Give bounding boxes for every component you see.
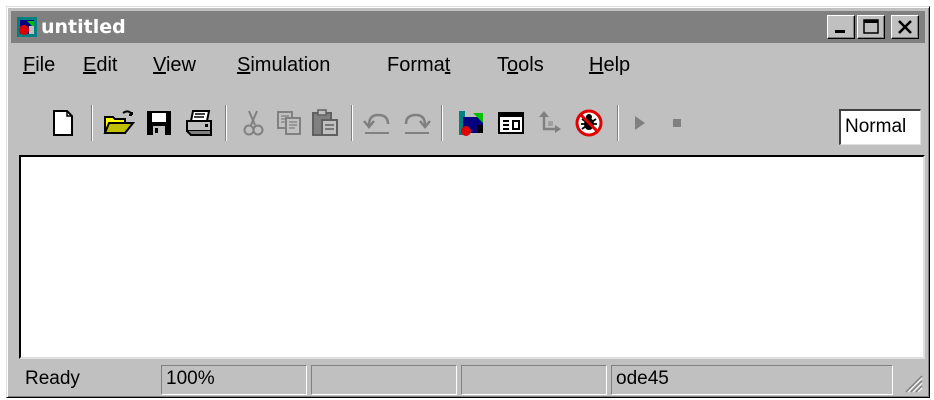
menu-help[interactable]: Help <box>589 53 630 77</box>
resize-grip-icon[interactable] <box>901 371 923 393</box>
menu-simulation[interactable]: Simulation <box>237 53 330 77</box>
toolbar-separator <box>351 105 353 141</box>
debug-icon <box>575 109 603 137</box>
debug-button[interactable] <box>573 107 605 139</box>
model-canvas[interactable] <box>19 155 925 359</box>
window-title: untitled <box>41 16 126 38</box>
status-zoom: 100% <box>161 365 307 395</box>
stop-simulation-button[interactable] <box>661 107 693 139</box>
library-browser-button[interactable] <box>455 107 487 139</box>
save-button[interactable] <box>143 107 175 139</box>
toolbar: Normal <box>11 85 925 155</box>
save-icon <box>147 111 171 135</box>
toolbar-separator <box>441 105 443 141</box>
undo-icon <box>363 113 390 134</box>
menu-view[interactable]: View <box>153 53 196 77</box>
menu-bar: File Edit View Simulation Format Tools H… <box>11 47 925 83</box>
toolbar-separator <box>91 105 93 141</box>
new-icon <box>53 110 73 136</box>
toolbar-separator <box>225 105 227 141</box>
menu-edit[interactable]: Edit <box>83 53 117 77</box>
status-solver: ode45 <box>611 365 893 395</box>
start-simulation-button[interactable] <box>623 107 655 139</box>
status-pane <box>461 365 607 395</box>
model-explorer-icon <box>498 112 524 134</box>
undo-button[interactable] <box>361 107 393 139</box>
minimize-icon <box>835 30 845 33</box>
redo-button[interactable] <box>401 107 433 139</box>
menu-tools[interactable]: Tools <box>497 53 544 77</box>
status-pane <box>311 365 457 395</box>
simulation-mode-select[interactable]: Normal <box>839 109 921 145</box>
status-state: Ready <box>25 368 80 389</box>
cut-icon <box>243 110 264 136</box>
open-icon <box>103 110 135 134</box>
menu-file[interactable]: File <box>23 53 55 77</box>
status-bar: Ready 100% ode45 <box>11 363 925 395</box>
close-button[interactable] <box>891 15 919 39</box>
copy-icon <box>277 111 301 135</box>
stop-icon <box>673 119 681 127</box>
model-explorer-button[interactable] <box>495 107 527 139</box>
menu-format[interactable]: Format <box>387 53 450 77</box>
maximize-icon <box>863 19 879 34</box>
minimize-button[interactable] <box>827 15 855 39</box>
open-button[interactable] <box>103 107 135 139</box>
print-button[interactable] <box>183 107 215 139</box>
start-icon <box>635 116 645 130</box>
paste-icon <box>312 109 338 136</box>
navigate-up-icon <box>539 111 561 133</box>
toolbar-separator <box>617 105 619 141</box>
cut-button[interactable] <box>237 107 269 139</box>
redo-icon <box>404 113 431 134</box>
model-window: untitled File Edit View Simulation Forma… <box>6 6 930 398</box>
paste-button[interactable] <box>309 107 341 139</box>
navigate-up-button[interactable] <box>535 107 567 139</box>
simulink-model-icon <box>17 17 37 37</box>
print-icon <box>186 110 212 136</box>
maximize-button[interactable] <box>857 15 885 39</box>
title-bar[interactable]: untitled <box>11 11 925 43</box>
close-icon <box>898 20 912 34</box>
library-browser-icon <box>459 111 483 136</box>
copy-button[interactable] <box>273 107 305 139</box>
new-model-button[interactable] <box>47 107 79 139</box>
